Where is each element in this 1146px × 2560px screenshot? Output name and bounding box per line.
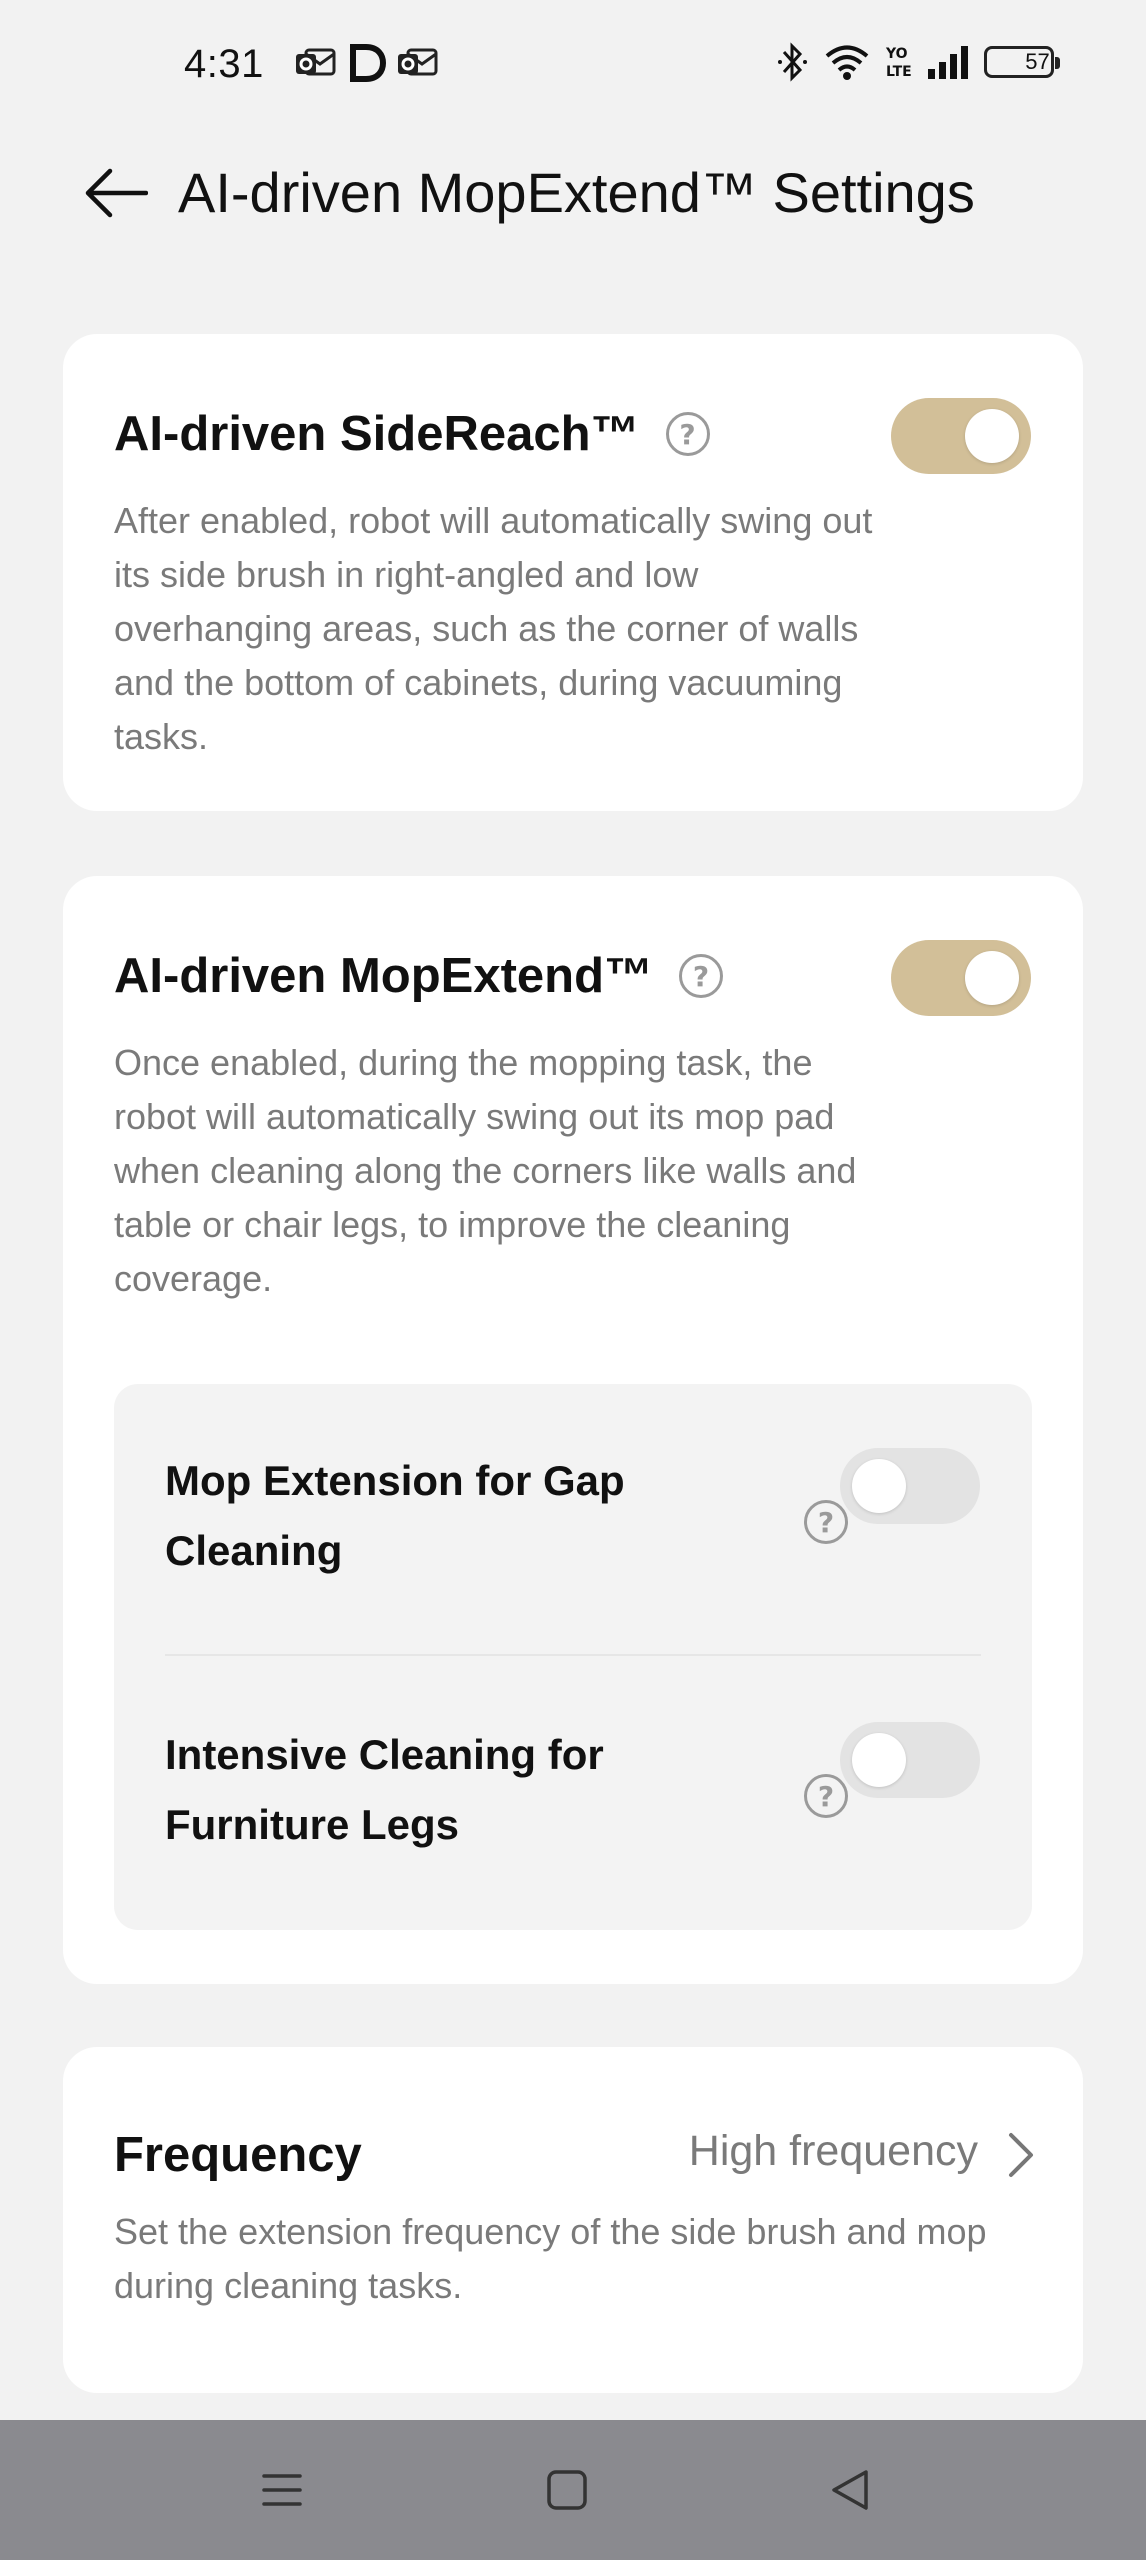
back-triangle-icon[interactable] <box>820 2460 880 2520</box>
home-square-icon[interactable] <box>537 2460 597 2520</box>
back-button[interactable] <box>78 155 154 231</box>
status-system-icons: YO LTE 57 <box>776 42 1060 82</box>
toggle-knob <box>852 1733 906 1787</box>
toggle-knob <box>965 951 1019 1005</box>
furniture-legs-toggle[interactable] <box>840 1722 980 1798</box>
help-icon[interactable]: ? <box>679 954 724 998</box>
sidereach-row: AI-driven SideReach™ ? <box>114 406 710 462</box>
mopextend-toggle[interactable] <box>891 940 1031 1016</box>
page-title: AI-driven MopExtend™ Settings <box>178 161 975 224</box>
mopextend-title: AI-driven MopExtend™ <box>114 949 654 1003</box>
arrow-left-icon <box>85 168 148 218</box>
sidereach-description: After enabled, robot will automatically … <box>114 500 873 757</box>
toggle-knob <box>965 409 1019 463</box>
battery-icon: 57 <box>984 46 1060 78</box>
sidereach-toggle[interactable] <box>891 398 1031 474</box>
mopextend-sub-options: Mop Extension for Gap Cleaning ? Intensi… <box>114 1384 1032 1930</box>
d-app-icon <box>348 44 386 82</box>
volte-icon: YO LTE <box>884 42 912 82</box>
header: AI-driven MopExtend™ Settings <box>0 130 1146 250</box>
outlook-icon <box>296 46 336 80</box>
frequency-description: Set the extension frequency of the side … <box>114 2211 987 2306</box>
frequency-card[interactable]: Frequency High frequency Set the extensi… <box>63 2047 1083 2393</box>
gap-cleaning-label: Mop Extension for Gap Cleaning <box>165 1457 625 1574</box>
signal-icon <box>926 45 970 79</box>
outlook-icon <box>398 46 438 80</box>
help-icon[interactable]: ? <box>804 1500 848 1544</box>
battery-level: 57 <box>1025 49 1050 74</box>
gap-cleaning-toggle[interactable] <box>840 1448 980 1524</box>
help-icon[interactable]: ? <box>665 412 710 456</box>
toggle-knob <box>852 1459 906 1513</box>
frequency-title: Frequency <box>114 2128 362 2182</box>
sidereach-card: AI-driven SideReach™ ? After enabled, ro… <box>63 334 1083 811</box>
svg-text:LTE: LTE <box>886 64 912 80</box>
divider <box>165 1654 981 1656</box>
svg-text:YO: YO <box>885 46 908 62</box>
bluetooth-icon <box>776 42 810 82</box>
furniture-legs-label: Intensive Cleaning for Furniture Legs <box>165 1731 604 1848</box>
help-icon[interactable]: ? <box>804 1774 848 1818</box>
frequency-value[interactable]: High frequency <box>689 2127 978 2176</box>
wifi-icon <box>824 43 870 81</box>
mopextend-card: AI-driven MopExtend™ ? Once enabled, dur… <box>63 876 1083 1984</box>
status-time: 4:31 <box>184 42 264 86</box>
mopextend-row: AI-driven MopExtend™ ? <box>114 948 724 1004</box>
status-notification-icons <box>296 44 438 82</box>
system-nav-bar <box>0 2420 1146 2560</box>
status-bar: 4:31 YO LTE 57 <box>0 0 1146 130</box>
sidereach-title: AI-driven SideReach™ <box>114 407 640 461</box>
menu-icon[interactable] <box>252 2460 312 2520</box>
mopextend-description: Once enabled, during the mopping task, t… <box>114 1042 857 1299</box>
chevron-right-icon[interactable] <box>1001 2127 1041 2183</box>
